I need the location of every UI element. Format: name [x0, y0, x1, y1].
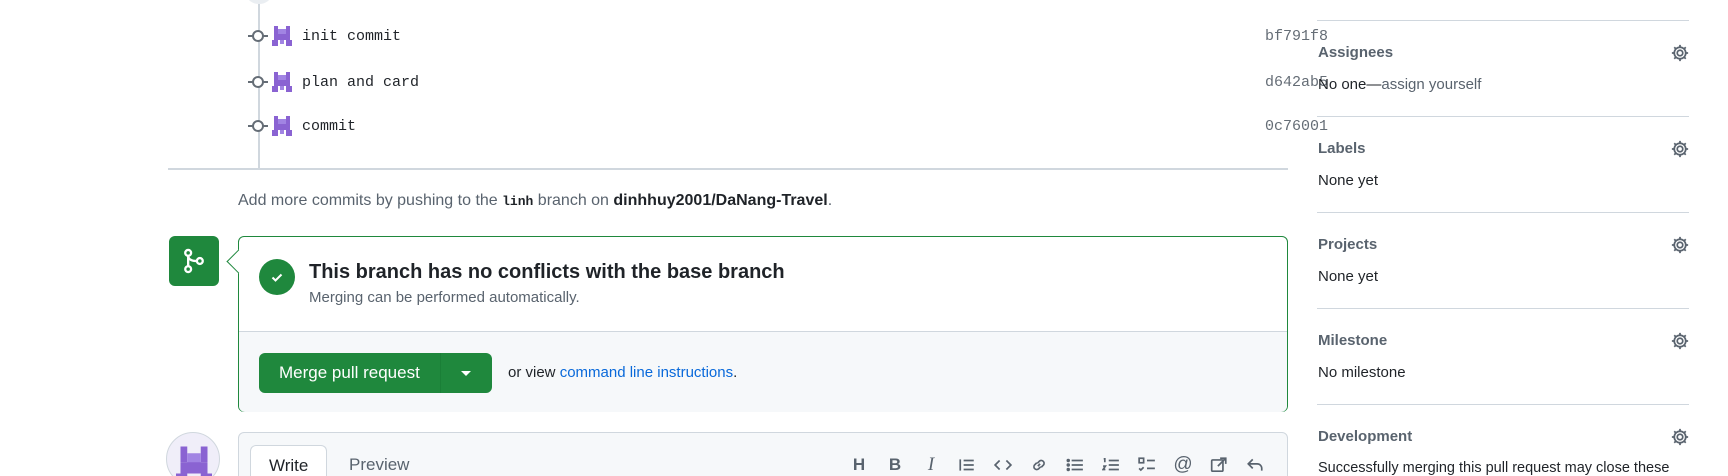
development-value: Successfully merging this pull request m… [1318, 460, 1670, 476]
commit-row: init commit bf791f8 [240, 24, 1328, 48]
sidebar-divider [1317, 308, 1689, 309]
assign-yourself-link[interactable]: assign yourself [1381, 76, 1481, 93]
timeline-divider [168, 168, 1288, 170]
commit-author-avatar[interactable] [270, 114, 294, 138]
sidebar-divider [1317, 20, 1689, 21]
period-text: . [733, 364, 738, 381]
merge-status-box: This branch has no conflicts with the ba… [238, 236, 1288, 412]
markdown-toolbar: H B I @ [849, 454, 1265, 475]
assignees-none: No one— [1318, 76, 1382, 93]
add-commits-prefix: Add more commits by pushing to the [238, 192, 503, 209]
or-view-text: or view [508, 364, 560, 381]
commit-row: plan and card d642ab5 [240, 70, 1328, 94]
cli-instructions-text: or view command line instructions. [508, 364, 737, 381]
commit-message[interactable]: init commit [302, 28, 401, 45]
add-commits-hint: Add more commits by pushing to the linh … [238, 192, 832, 210]
tab-write[interactable]: Write [250, 445, 328, 476]
code-icon[interactable] [993, 455, 1013, 475]
labels-heading[interactable]: Labels [1318, 140, 1366, 157]
unordered-list-icon[interactable] [1065, 455, 1085, 475]
commit-author-avatar[interactable] [270, 24, 294, 48]
commit-sha[interactable]: 0c76001 [1265, 118, 1328, 135]
labels-value: None yet [1318, 172, 1379, 189]
commit-row: commit 0c76001 [240, 114, 1328, 138]
gear-icon[interactable] [1670, 235, 1690, 255]
triangle-down-icon [461, 370, 472, 376]
sidebar-divider [1317, 404, 1689, 405]
commit-author-avatar[interactable] [270, 70, 294, 94]
tab-preview[interactable]: Preview [331, 445, 427, 476]
commit-sha[interactable]: bf791f8 [1265, 28, 1328, 45]
merge-pull-request-button[interactable]: Merge pull request [259, 353, 440, 393]
milestone-value: No milestone [1318, 364, 1406, 381]
bold-icon[interactable]: B [885, 455, 905, 475]
assignees-value: No one—assign yourself [1318, 76, 1481, 93]
gear-icon[interactable] [1670, 43, 1690, 63]
comment-editor: Write Preview H B I @ [238, 432, 1288, 476]
command-line-instructions-link[interactable]: command line instructions [560, 364, 733, 381]
cross-reference-icon[interactable] [1209, 455, 1229, 475]
projects-value: None yet [1318, 268, 1379, 285]
add-commits-middle: branch on [533, 192, 614, 209]
gear-icon[interactable] [1670, 427, 1690, 447]
git-merge-icon [169, 236, 219, 286]
git-commit-icon [240, 70, 270, 94]
merge-actions: Merge pull request or view command line … [239, 331, 1287, 412]
link-icon[interactable] [1029, 455, 1049, 475]
branch-name: linh [502, 194, 534, 209]
projects-heading[interactable]: Projects [1318, 236, 1377, 253]
sidebar-divider [1317, 116, 1689, 117]
merge-button-group: Merge pull request [259, 353, 492, 393]
milestone-heading[interactable]: Milestone [1318, 332, 1387, 349]
assignees-heading[interactable]: Assignees [1318, 44, 1393, 61]
quote-icon[interactable] [957, 455, 977, 475]
gear-icon[interactable] [1670, 139, 1690, 159]
commit-message[interactable]: commit [302, 118, 356, 135]
ordered-list-icon[interactable] [1101, 455, 1121, 475]
current-user-avatar[interactable] [166, 432, 220, 476]
development-heading[interactable]: Development [1318, 428, 1412, 445]
add-commits-suffix: . [827, 192, 833, 209]
italic-icon[interactable]: I [921, 454, 941, 475]
mention-icon[interactable]: @ [1173, 454, 1193, 475]
repo-name[interactable]: dinhhuy2001/DaNang-Travel [613, 192, 827, 209]
heading-icon[interactable]: H [849, 455, 869, 475]
merge-status-header: This branch has no conflicts with the ba… [239, 237, 1287, 331]
commit-message[interactable]: plan and card [302, 74, 419, 91]
merge-status-subtitle: Merging can be performed automatically. [309, 289, 580, 306]
merge-status-title: This branch has no conflicts with the ba… [309, 261, 785, 283]
reply-icon[interactable] [1245, 455, 1265, 475]
sidebar-divider [1317, 212, 1689, 213]
task-list-icon[interactable] [1137, 455, 1157, 475]
git-commit-icon [240, 24, 270, 48]
git-commit-icon [240, 114, 270, 138]
timeline-event-avatar [247, 0, 271, 4]
merge-options-dropdown[interactable] [439, 353, 492, 393]
check-icon [259, 259, 295, 295]
gear-icon[interactable] [1670, 331, 1690, 351]
